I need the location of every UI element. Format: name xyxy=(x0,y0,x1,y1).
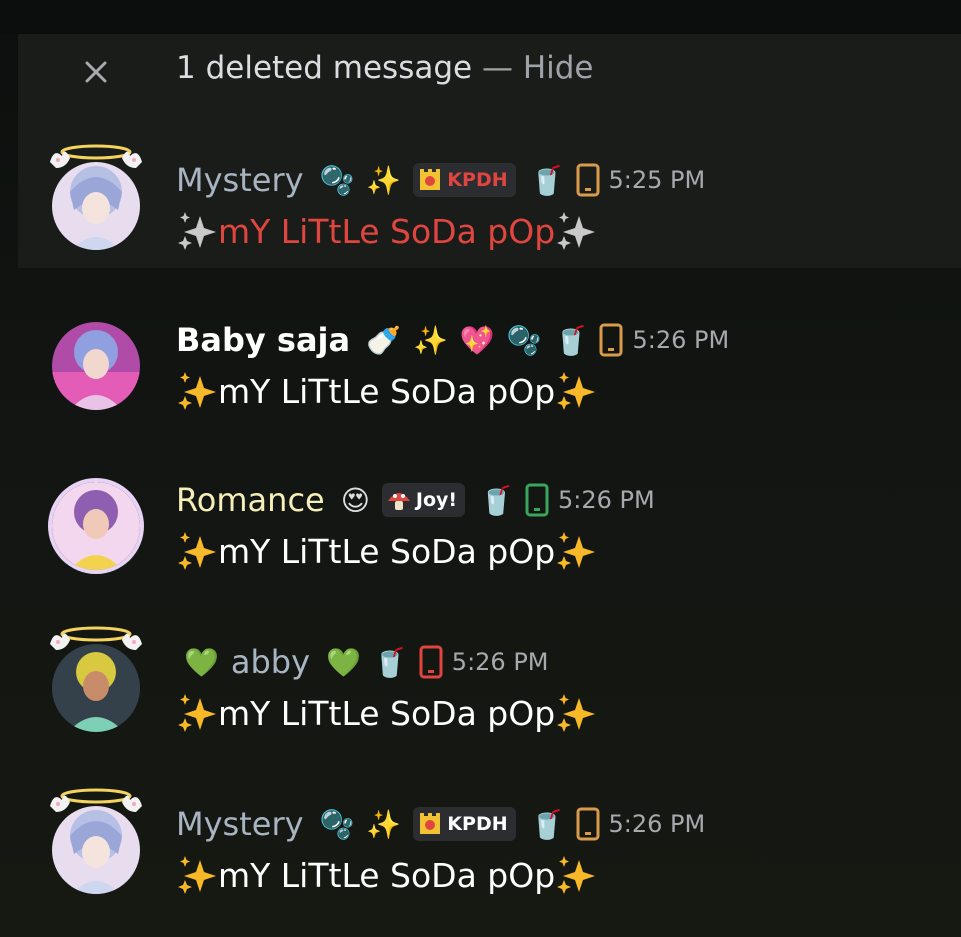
message-item: Romance 😍 Joy! 🥤 5:26 PM mY LiTtLe SoDa … xyxy=(0,468,961,598)
avatar-wrapper[interactable] xyxy=(44,468,154,578)
username[interactable]: Romance xyxy=(176,481,325,519)
mobile-device-icon xyxy=(419,645,443,679)
message-header: Romance 😍 Joy! 🥤 5:26 PM xyxy=(176,476,655,524)
server-tag-label: KPDH xyxy=(447,813,508,835)
avatar[interactable] xyxy=(52,162,140,250)
message-item: Mystery 🫧 ✨ KPDH 🥤 5:25 PM mY LiTtLe SoD… xyxy=(0,144,961,278)
server-tag[interactable]: KPDH xyxy=(413,807,516,841)
sparkling-heart-emoji: 💖 xyxy=(459,323,495,357)
server-tag-label: Joy! xyxy=(415,489,458,511)
message-text: mY LiTtLe SoDa pOp xyxy=(218,211,556,251)
soda-cup-emoji: 🥤 xyxy=(553,323,589,357)
sparkles-emoji: ✨ xyxy=(366,163,402,197)
soda-cup-emoji: 🥤 xyxy=(372,645,408,679)
message-header: 💚 abby 💚 🥤 5:26 PM xyxy=(178,638,549,686)
avatar-wrapper[interactable] xyxy=(44,626,154,740)
message-text: mY LiTtLe SoDa pOp xyxy=(218,371,556,411)
sparkle-icon xyxy=(178,212,216,250)
deleted-count-label: 1 deleted message xyxy=(176,50,473,86)
message-header: Mystery 🫧 ✨ KPDH 🥤 5:26 PM xyxy=(176,800,705,848)
message-text: mY LiTtLe SoDa pOp xyxy=(218,693,556,733)
username[interactable]: Baby saja xyxy=(176,321,350,359)
heart-eyes-emoji: 😍 xyxy=(340,483,370,517)
soda-cup-emoji: 🥤 xyxy=(529,807,565,841)
sparkle-icon xyxy=(178,694,216,732)
timestamp: 5:26 PM xyxy=(451,648,549,676)
soda-cup-emoji: 🥤 xyxy=(479,483,514,517)
message-item: Baby saja 🍼 ✨ 💖 🫧 🥤 5:26 PM mY LiTtLe So… xyxy=(0,308,961,438)
mobile-device-icon xyxy=(599,323,623,357)
mobile-device-icon xyxy=(576,163,599,197)
sparkle-icon xyxy=(557,694,596,732)
sparkle-icon xyxy=(178,532,216,570)
green-heart-emoji: 💚 xyxy=(326,645,361,679)
castle-icon xyxy=(420,813,441,834)
server-tag[interactable]: Joy! xyxy=(381,483,466,517)
timestamp: 5:26 PM xyxy=(608,810,706,838)
message-item: 💚 abby 💚 🥤 5:26 PM mY LiTtLe SoDa pOp xyxy=(0,626,961,760)
avatar-wrapper[interactable] xyxy=(44,144,154,258)
bubbles-emoji: 🫧 xyxy=(319,807,355,841)
bubbles-emoji: 🫧 xyxy=(506,323,542,357)
message-content: mY LiTtLe SoDa pOp xyxy=(176,854,597,896)
deleted-message-notice: 1 deleted message — Hide xyxy=(18,34,961,110)
sparkle-icon xyxy=(557,212,596,250)
sparkle-icon xyxy=(557,372,596,410)
mobile-device-icon xyxy=(525,483,549,517)
bubbles-emoji: 🫧 xyxy=(319,163,355,197)
message-header: Mystery 🫧 ✨ KPDH 🥤 5:25 PM xyxy=(176,156,705,204)
avatar[interactable] xyxy=(52,644,140,732)
message-item: Mystery 🫧 ✨ KPDH 🥤 5:26 PM mY LiTtLe SoD… xyxy=(0,788,961,922)
deleted-message-text: 1 deleted message — Hide xyxy=(176,50,594,86)
message-content: mY LiTtLe SoDa pOp xyxy=(176,370,597,412)
username[interactable]: abby xyxy=(231,643,310,681)
mushroom-icon xyxy=(387,493,410,510)
top-strip xyxy=(0,0,961,34)
soda-cup-emoji: 🥤 xyxy=(529,163,565,197)
mobile-device-icon xyxy=(576,807,599,841)
sparkle-icon xyxy=(178,856,216,894)
sparkles-emoji: ✨ xyxy=(412,323,448,357)
message-content: mY LiTtLe SoDa pOp xyxy=(176,530,597,572)
hide-link[interactable]: Hide xyxy=(523,50,594,86)
green-heart-emoji: 💚 xyxy=(184,645,219,679)
username[interactable]: Mystery xyxy=(176,805,304,843)
avatar-wrapper[interactable] xyxy=(44,788,154,902)
separator: — xyxy=(472,50,523,86)
message-text: mY LiTtLe SoDa pOp xyxy=(218,531,556,571)
sparkle-icon xyxy=(557,532,596,570)
message-header: Baby saja 🍼 ✨ 💖 🫧 🥤 5:26 PM xyxy=(176,316,729,364)
server-tag-label: KPDH xyxy=(447,169,508,191)
close-icon[interactable] xyxy=(80,56,112,88)
baby-bottle-emoji: 🍼 xyxy=(366,323,401,357)
server-tag[interactable]: KPDH xyxy=(413,163,516,197)
message-content: mY LiTtLe SoDa pOp xyxy=(176,692,597,734)
avatar[interactable] xyxy=(52,806,140,894)
message-text: mY LiTtLe SoDa pOp xyxy=(218,855,556,895)
castle-icon xyxy=(420,169,441,190)
avatar[interactable] xyxy=(52,482,140,570)
avatar[interactable] xyxy=(52,322,140,410)
timestamp: 5:26 PM xyxy=(632,326,730,354)
username[interactable]: Mystery xyxy=(176,161,304,199)
sparkles-emoji: ✨ xyxy=(366,807,402,841)
sparkle-icon xyxy=(557,856,596,894)
timestamp: 5:25 PM xyxy=(608,166,706,194)
timestamp: 5:26 PM xyxy=(557,486,655,514)
avatar-wrapper[interactable] xyxy=(44,308,154,418)
sparkle-icon xyxy=(178,372,216,410)
message-content: mY LiTtLe SoDa pOp xyxy=(176,210,597,252)
